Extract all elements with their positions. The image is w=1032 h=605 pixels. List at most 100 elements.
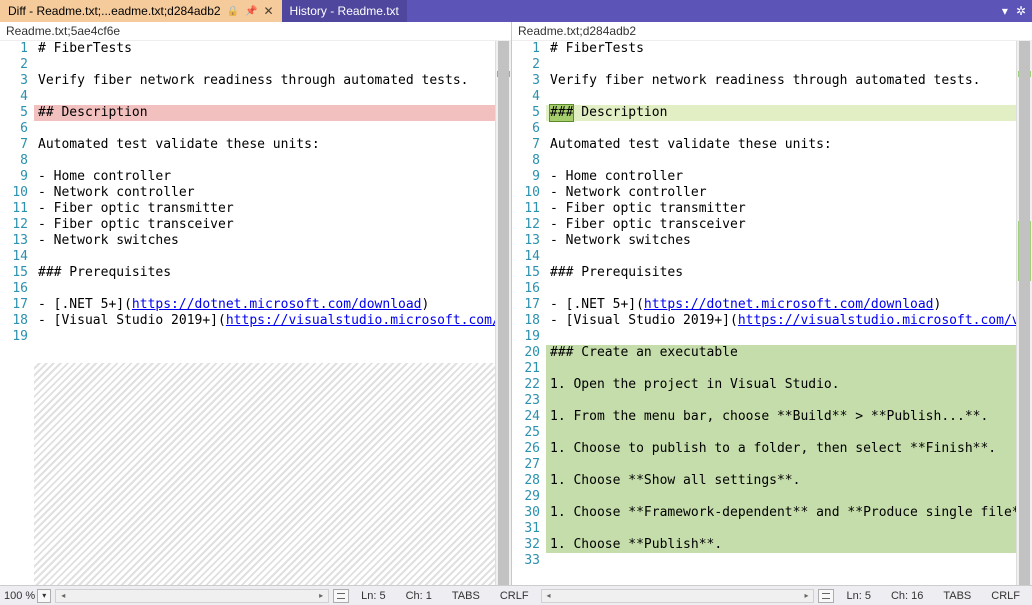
code-line[interactable]: 1. Open the project in Visual Studio. — [546, 377, 1016, 393]
code-line[interactable] — [546, 281, 1016, 297]
code-line[interactable]: ### Description — [546, 105, 1016, 121]
chevron-left-icon[interactable]: ◂ — [542, 590, 556, 602]
code-line[interactable] — [546, 425, 1016, 441]
code-content[interactable]: # FiberTests Verify fiber network readine… — [546, 41, 1016, 585]
tab-history[interactable]: History - Readme.txt — [282, 0, 407, 22]
code-line[interactable]: - Network switches — [546, 233, 1016, 249]
empty-filler — [34, 363, 495, 585]
code-line[interactable]: 1. Choose **Publish**. — [546, 537, 1016, 553]
pin-icon[interactable]: 📌 — [245, 6, 257, 17]
code-line[interactable]: 1. Choose **Show all settings**. — [546, 473, 1016, 489]
line-ending[interactable]: CRLF — [983, 590, 1028, 602]
code-line[interactable]: ### Prerequisites — [34, 265, 495, 281]
chevron-right-icon[interactable]: ▸ — [314, 590, 328, 602]
line-number: 11 — [512, 201, 540, 217]
line-number: 2 — [512, 57, 540, 73]
code-line[interactable] — [546, 361, 1016, 377]
chevron-down-icon[interactable]: ▾ — [1002, 4, 1008, 18]
code-line[interactable] — [34, 57, 495, 73]
line-number: 24 — [512, 409, 540, 425]
code-line[interactable] — [546, 153, 1016, 169]
line-number: 30 — [512, 505, 540, 521]
code-line[interactable] — [546, 393, 1016, 409]
code-line[interactable] — [546, 249, 1016, 265]
line-number: 18 — [0, 313, 28, 329]
line-number: 9 — [512, 169, 540, 185]
line-number: 16 — [0, 281, 28, 297]
code-line[interactable]: - Home controller — [546, 169, 1016, 185]
code-line[interactable] — [34, 89, 495, 105]
line-ending[interactable]: CRLF — [492, 590, 537, 602]
code-line[interactable]: - Fiber optic transmitter — [34, 201, 495, 217]
line-number: 27 — [512, 457, 540, 473]
line-number: 1 — [0, 41, 28, 57]
code-line[interactable]: Automated test validate these units: — [546, 137, 1016, 153]
code-line[interactable]: Verify fiber network readiness through a… — [546, 73, 1016, 89]
code-line[interactable] — [34, 153, 495, 169]
split-button[interactable] — [333, 589, 349, 603]
code-line[interactable] — [546, 89, 1016, 105]
indent-mode[interactable]: TABS — [444, 590, 488, 602]
code-line[interactable] — [34, 121, 495, 137]
hyperlink[interactable]: https://visualstudio.microsoft.com/vs/ — [226, 313, 495, 328]
code-line[interactable]: - [.NET 5+](https://dotnet.microsoft.com… — [34, 297, 495, 313]
code-line[interactable]: - Fiber optic transceiver — [34, 217, 495, 233]
code-line[interactable] — [546, 329, 1016, 345]
code-line[interactable]: - [Visual Studio 2019+](https://visualst… — [34, 313, 495, 329]
code-line[interactable] — [546, 57, 1016, 73]
code-line[interactable]: - Network controller — [34, 185, 495, 201]
code-line[interactable]: Automated test validate these units: — [34, 137, 495, 153]
code-line[interactable]: # FiberTests — [34, 41, 495, 57]
code-line[interactable]: ## Description — [34, 105, 495, 121]
code-line[interactable] — [546, 489, 1016, 505]
line-number: 6 — [0, 121, 28, 137]
vertical-scrollbar[interactable] — [495, 41, 511, 585]
tab-diff[interactable]: Diff - Readme.txt;...eadme.txt;d284adb2 … — [0, 0, 282, 22]
code-line[interactable]: ### Create an executable — [546, 345, 1016, 361]
hyperlink[interactable]: https://visualstudio.microsoft.com/vs/ — [738, 313, 1016, 328]
code-line[interactable]: - Fiber optic transceiver — [546, 217, 1016, 233]
code-line[interactable]: # FiberTests — [546, 41, 1016, 57]
code-line[interactable] — [546, 457, 1016, 473]
code-line[interactable]: Verify fiber network readiness through a… — [34, 73, 495, 89]
chevron-down-icon[interactable]: ▾ — [37, 589, 51, 603]
vertical-scrollbar[interactable] — [1016, 41, 1032, 585]
code-line[interactable]: - Network controller — [546, 185, 1016, 201]
code-line[interactable] — [34, 281, 495, 297]
code-line[interactable]: - Fiber optic transmitter — [546, 201, 1016, 217]
char-indicator[interactable]: Ch: 16 — [883, 590, 931, 602]
code-line[interactable] — [546, 521, 1016, 537]
line-number: 9 — [0, 169, 28, 185]
line-indicator[interactable]: Ln: 5 — [838, 590, 878, 602]
hyperlink[interactable]: https://dotnet.microsoft.com/download — [132, 297, 422, 312]
code-line[interactable] — [34, 249, 495, 265]
line-number: 11 — [0, 201, 28, 217]
hyperlink[interactable]: https://dotnet.microsoft.com/download — [644, 297, 934, 312]
line-indicator[interactable]: Ln: 5 — [353, 590, 393, 602]
horizontal-scrollbar-left[interactable]: ◂ ▸ — [55, 589, 329, 603]
line-gutter: 1234567891011121314151617181920212223242… — [512, 41, 546, 585]
code-line[interactable] — [546, 553, 1016, 569]
code-line[interactable]: 1. From the menu bar, choose **Build** >… — [546, 409, 1016, 425]
line-number: 22 — [512, 377, 540, 393]
close-icon[interactable]: ✕ — [263, 4, 273, 18]
code-line[interactable]: 1. Choose to publish to a folder, then s… — [546, 441, 1016, 457]
code-line[interactable]: 1. Choose **Framework-dependent** and **… — [546, 505, 1016, 521]
code-content[interactable]: # FiberTests Verify fiber network readine… — [34, 41, 495, 585]
code-line[interactable]: ### Prerequisites — [546, 265, 1016, 281]
char-indicator[interactable]: Ch: 1 — [398, 590, 440, 602]
line-number: 8 — [512, 153, 540, 169]
code-line[interactable]: - Home controller — [34, 169, 495, 185]
code-line[interactable]: - Network switches — [34, 233, 495, 249]
code-line[interactable]: - [.NET 5+](https://dotnet.microsoft.com… — [546, 297, 1016, 313]
chevron-left-icon[interactable]: ◂ — [56, 590, 70, 602]
split-button[interactable] — [818, 589, 834, 603]
code-line[interactable]: - [Visual Studio 2019+](https://visualst… — [546, 313, 1016, 329]
indent-mode[interactable]: TABS — [935, 590, 979, 602]
code-line[interactable] — [34, 329, 495, 345]
code-line[interactable] — [546, 121, 1016, 137]
zoom-control[interactable]: 100 % ▾ — [4, 589, 51, 603]
chevron-right-icon[interactable]: ▸ — [799, 590, 813, 602]
horizontal-scrollbar-right[interactable]: ◂ ▸ — [541, 589, 815, 603]
gear-icon[interactable]: ✲ — [1016, 4, 1026, 18]
